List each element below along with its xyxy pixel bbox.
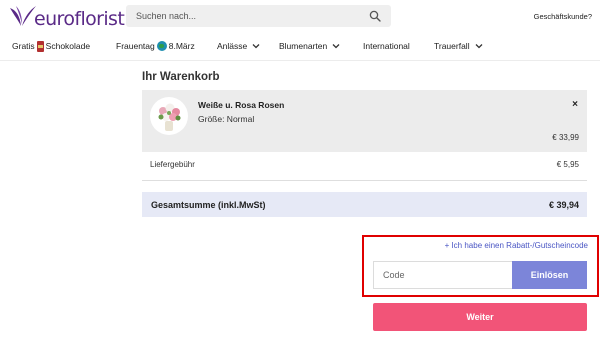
page-title: Ihr Warenkorb	[142, 71, 220, 83]
nav-item-chocolate[interactable]: Gratis Schokolade	[12, 38, 90, 54]
product-size: Größe: Normal	[198, 114, 255, 124]
nav-item-womens-day[interactable]: Frauentag 8.März	[116, 38, 195, 54]
redeem-button[interactable]: Einlösen	[512, 261, 587, 289]
nav-item-flower-types[interactable]: Blumenarten	[279, 38, 340, 54]
product-price: € 33,99	[552, 133, 579, 142]
search-icon[interactable]	[369, 10, 381, 22]
search-input[interactable]: Suchen nach...	[136, 11, 369, 21]
header-divider	[0, 60, 600, 61]
remove-item-button[interactable]: ×	[572, 99, 578, 110]
nav-item-label: International	[363, 41, 410, 51]
nav-item-occasions[interactable]: Anlässe	[217, 38, 260, 54]
row-divider	[142, 180, 587, 181]
cart-item: Weiße u. Rosa Rosen Größe: Normal × € 33…	[142, 90, 587, 152]
delivery-fee-value: € 5,95	[556, 160, 579, 169]
chevron-down-icon	[332, 44, 340, 49]
nav-item-label: Blumenarten	[279, 41, 328, 51]
nav-item-label: Frauentag	[116, 41, 155, 51]
coupon-code-input[interactable]	[373, 261, 512, 289]
continue-button[interactable]: Weiter	[373, 303, 587, 331]
euroflorist-logo[interactable]: euroflorist	[8, 4, 125, 30]
main-nav: Gratis Schokolade Frauentag 8.März Anläs…	[0, 38, 600, 54]
globe-icon	[156, 41, 167, 51]
delivery-fee-label: Liefergebühr	[150, 160, 195, 169]
total-label: Gesamtsumme (inkl.MwSt)	[151, 200, 266, 210]
nav-item-international[interactable]: International	[363, 38, 410, 54]
nav-item-label: Schokolade	[45, 41, 91, 51]
nav-item-label: Anlässe	[217, 41, 248, 51]
nav-item-label: Trauerfall	[434, 41, 470, 51]
nav-item-label: 8.März	[168, 41, 195, 51]
search-bar[interactable]: Suchen nach...	[126, 5, 391, 27]
chevron-down-icon	[475, 44, 483, 49]
logo-text: euroflorist	[34, 8, 125, 30]
product-image[interactable]	[150, 97, 188, 135]
chocolate-icon	[36, 40, 44, 52]
coupon-toggle-link[interactable]: + Ich habe einen Rabatt-/Gutscheincode	[445, 241, 588, 250]
chevron-down-icon	[252, 44, 260, 49]
nav-item-funeral[interactable]: Trauerfall	[434, 38, 483, 54]
nav-item-label: Gratis	[12, 41, 35, 51]
total-value: € 39,94	[548, 200, 579, 210]
bouquet-icon	[158, 103, 181, 131]
business-customer-link[interactable]: Geschäftskunde?	[534, 12, 592, 21]
total-row: Gesamtsumme (inkl.MwSt) € 39,94	[142, 192, 587, 217]
product-name[interactable]: Weiße u. Rosa Rosen	[198, 100, 284, 110]
delivery-fee-row: Liefergebühr € 5,95	[142, 160, 587, 174]
